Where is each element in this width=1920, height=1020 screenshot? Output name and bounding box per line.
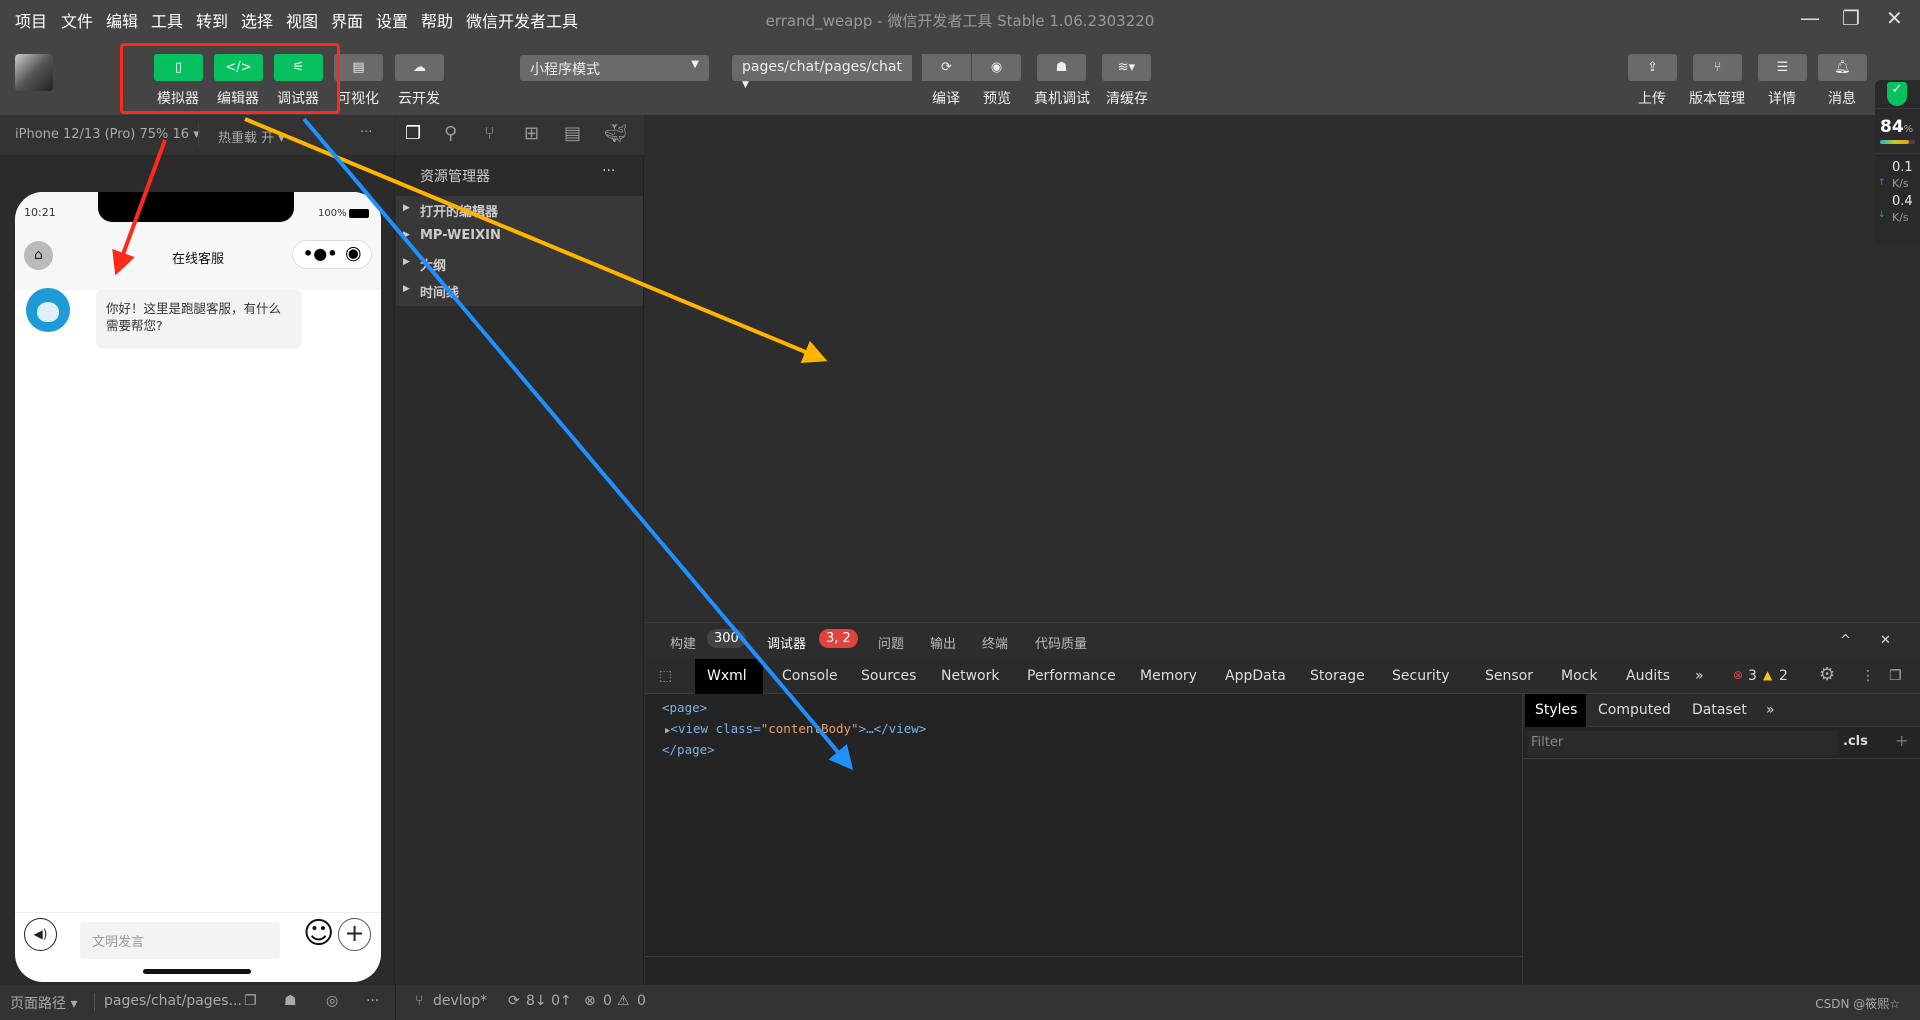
red-arrow (112, 139, 167, 276)
yellow-arrow (244, 117, 828, 363)
blue-arrow (302, 117, 854, 771)
annotation-arrows (112, 117, 854, 771)
